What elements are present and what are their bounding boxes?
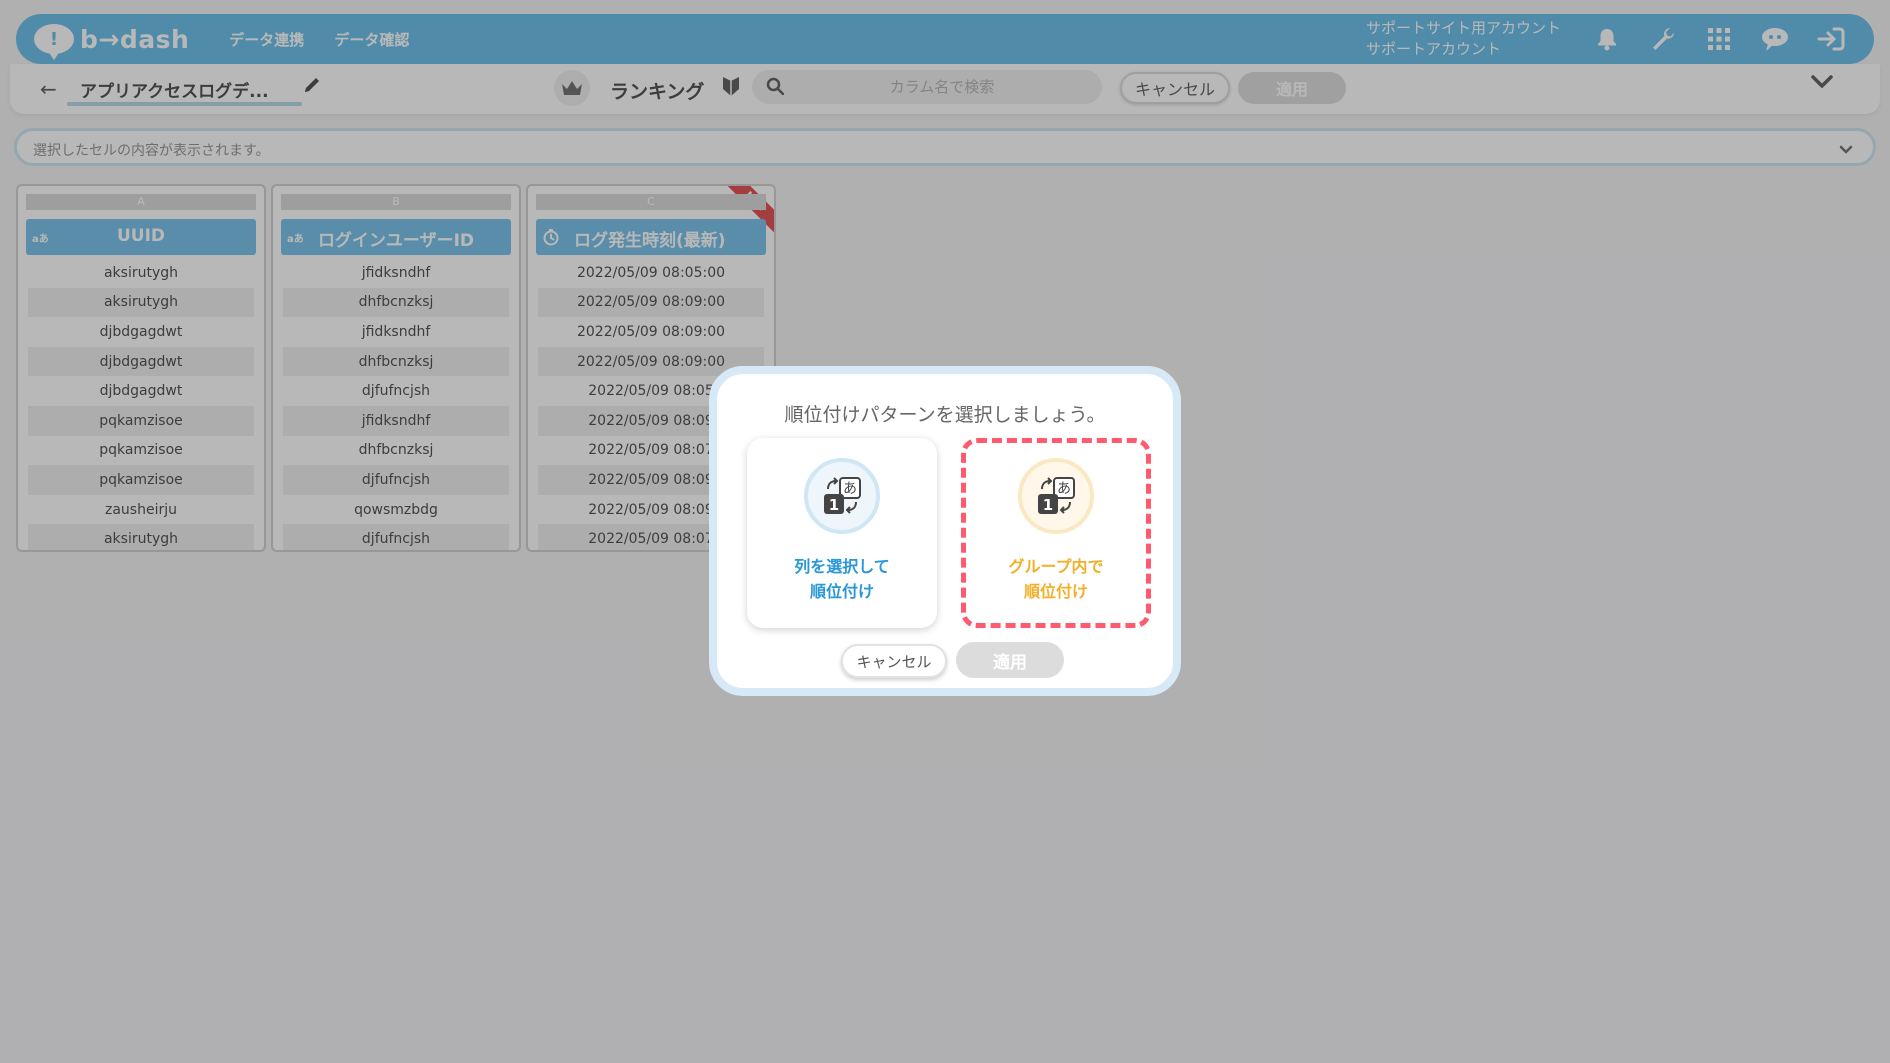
option-label: 列を選択して 順位付け [747, 554, 937, 604]
option-label-line2: 順位付け [809, 582, 874, 601]
rank-sort-icon: あ 1 [1018, 458, 1094, 534]
svg-text:1: 1 [829, 496, 839, 514]
option-label: グループ内で 順位付け [961, 554, 1151, 604]
option-rank-within-group[interactable]: あ 1 グループ内で 順位付け [961, 438, 1151, 628]
svg-text:1: 1 [1043, 496, 1053, 514]
rank-sort-icon: あ 1 [804, 458, 880, 534]
dialog-apply-button[interactable]: 適用 [956, 642, 1064, 678]
svg-text:あ: あ [843, 481, 857, 497]
option-label-line2: 順位付け [1023, 582, 1088, 601]
option-rank-by-column[interactable]: あ 1 列を選択して 順位付け [747, 438, 937, 628]
option-label-line1: 列を選択して [794, 557, 890, 576]
dialog-cancel-button[interactable]: キャンセル [841, 644, 947, 678]
option-label-line1: グループ内で [1008, 557, 1104, 576]
dialog-title: 順位付けパターンを選択しましょう。 [784, 404, 1106, 426]
svg-text:あ: あ [1057, 481, 1071, 497]
ranking-pattern-dialog: 順位付けパターンを選択しましょう。 あ 1 列を選択して 順位付け あ 1 グル… [709, 366, 1181, 696]
